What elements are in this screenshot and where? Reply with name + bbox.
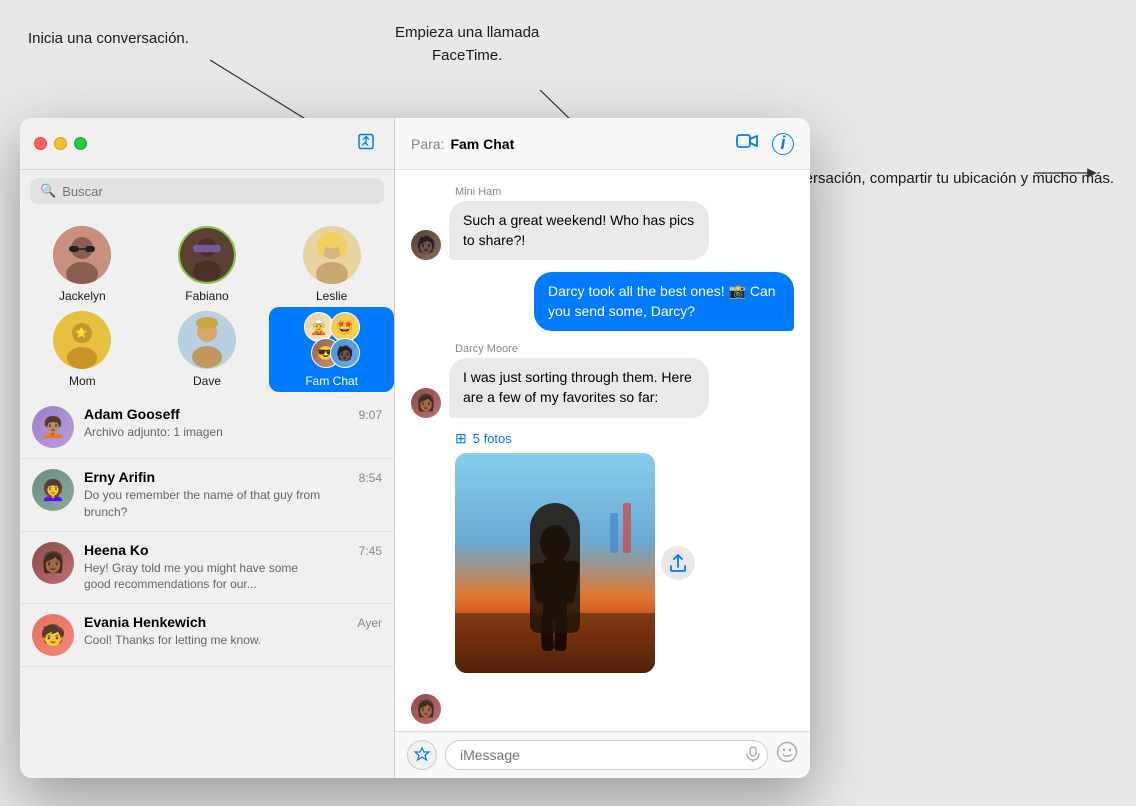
contact-name-famchat: Fam Chat xyxy=(305,374,358,388)
contact-name-jackelyn: Jackelyn xyxy=(59,289,106,303)
conv-item-evania[interactable]: 🧒 Evania Henkewich Ayer Cool! Thanks for… xyxy=(20,604,394,667)
msg-avatar-darcy-bottom: 👩🏾 xyxy=(411,694,441,724)
conv-name-evania: Evania Henkewich xyxy=(84,614,206,630)
conv-item-adam[interactable]: 🧑🏽‍🦱 Adam Gooseff 9:07 Archivo adjunto: … xyxy=(20,396,394,459)
avatar-erny: 👩‍🦱 xyxy=(32,469,74,511)
input-bar xyxy=(395,731,810,778)
minimize-button[interactable] xyxy=(54,137,67,150)
conv-name-erny: Erny Arifin xyxy=(84,469,155,485)
info-button[interactable]: i xyxy=(772,133,794,155)
pinned-contact-mom[interactable]: ⭐ Mom xyxy=(20,307,145,392)
pinned-contact-dave[interactable]: Dave xyxy=(145,307,270,392)
msg-avatar-darcy: 👩🏾 xyxy=(411,388,441,418)
annotation-new-conversation: Inicia una conversación. xyxy=(28,28,189,51)
conv-preview-heena: Hey! Gray told me you might have some go… xyxy=(84,560,324,594)
chat-panel: Para: Fam Chat i Mini Ham 🧑🏿 xyxy=(395,118,810,778)
message-group-darcy: Darcy Moore 👩🏾 I was just sorting throug… xyxy=(411,343,794,417)
conv-time-adam: 9:07 xyxy=(359,408,382,422)
conv-info-adam: Adam Gooseff 9:07 Archivo adjunto: 1 ima… xyxy=(84,406,382,441)
maximize-button[interactable] xyxy=(74,137,87,150)
contact-name-fabiano: Fabiano xyxy=(185,289,228,303)
pinned-contact-fabiano[interactable]: Fabiano xyxy=(145,222,270,307)
sender-name-miniham: Mini Ham xyxy=(455,186,794,198)
msg-row-darcy: 👩🏾 I was just sorting through them. Here… xyxy=(411,358,794,417)
photos-count: 5 fotos xyxy=(473,431,512,446)
pinned-contacts: Jackelyn Fabiano xyxy=(20,212,394,396)
avatar-leslie xyxy=(303,226,361,284)
app-window: 🔍 Jackelyn xyxy=(20,118,810,778)
svg-text:⭐: ⭐ xyxy=(75,326,87,339)
msg-bubble-miniham: Such a great weekend! Who has pics to sh… xyxy=(449,201,709,260)
chat-to: Para: Fam Chat xyxy=(411,136,514,152)
conv-preview-adam: Archivo adjunto: 1 imagen xyxy=(84,424,324,441)
to-label: Para: xyxy=(411,136,444,152)
traffic-lights xyxy=(34,137,87,150)
emoji-button[interactable] xyxy=(776,741,798,769)
contact-name-mom: Mom xyxy=(69,374,96,388)
conv-preview-erny: Do you remember the name of that guy fro… xyxy=(84,487,324,521)
facetime-button[interactable] xyxy=(736,132,758,156)
contact-name-leslie: Leslie xyxy=(316,289,347,303)
msg-bubble-darcy: I was just sorting through them. Here ar… xyxy=(449,358,709,417)
sender-name-darcy: Darcy Moore xyxy=(455,343,794,355)
conversation-list: 🧑🏽‍🦱 Adam Gooseff 9:07 Archivo adjunto: … xyxy=(20,396,394,778)
avatar-fabiano xyxy=(178,226,236,284)
pinned-contact-jackelyn[interactable]: Jackelyn xyxy=(20,222,145,307)
msg-row-darcy-bottom: 👩🏾 xyxy=(411,694,794,724)
audio-icon xyxy=(746,746,760,765)
chat-actions: i xyxy=(736,132,794,156)
avatar-dave xyxy=(178,311,236,369)
msg-row-outgoing: Darcy took all the best ones! 📸 Can you … xyxy=(411,272,794,331)
message-input[interactable] xyxy=(445,740,768,770)
conv-info-evania: Evania Henkewich Ayer Cool! Thanks for l… xyxy=(84,614,382,649)
photos-header[interactable]: ⊞ 5 fotos xyxy=(455,430,794,447)
conv-info-heena: Heena Ko 7:45 Hey! Gray told me you migh… xyxy=(84,542,382,594)
conv-time-erny: 8:54 xyxy=(359,471,382,485)
typing-area: 👩🏾 xyxy=(411,694,794,724)
avatar-adam: 🧑🏽‍🦱 xyxy=(32,406,74,448)
search-bar[interactable]: 🔍 xyxy=(30,178,384,204)
msg-row-miniham: 🧑🏿 Such a great weekend! Who has pics to… xyxy=(411,201,794,260)
titlebar xyxy=(20,118,394,170)
annotation-facetime: Empieza una llamadaFaceTime. xyxy=(395,22,539,67)
search-icon: 🔍 xyxy=(40,183,56,199)
pinned-contact-leslie[interactable]: Leslie xyxy=(269,222,394,307)
conv-name-heena: Heena Ko xyxy=(84,542,149,558)
grid-icon: ⊞ xyxy=(455,430,467,447)
conv-info-erny: Erny Arifin 8:54 Do you remember the nam… xyxy=(84,469,382,521)
app-store-button[interactable] xyxy=(407,740,437,770)
chat-contact-name: Fam Chat xyxy=(450,136,514,152)
compose-button[interactable] xyxy=(352,127,380,160)
search-input[interactable] xyxy=(62,184,374,199)
share-button[interactable] xyxy=(661,546,695,580)
chat-header: Para: Fam Chat i xyxy=(395,118,810,170)
avatar-heena: 👩🏾 xyxy=(32,542,74,584)
message-input-wrapper xyxy=(445,740,768,770)
avatar-jackelyn xyxy=(53,226,111,284)
conv-name-adam: Adam Gooseff xyxy=(84,406,180,422)
photo-main xyxy=(455,453,655,673)
avatar-evania: 🧒 xyxy=(32,614,74,656)
conv-item-heena[interactable]: 👩🏾 Heena Ko 7:45 Hey! Gray told me you m… xyxy=(20,532,394,605)
conv-time-evania: Ayer xyxy=(358,616,382,630)
photos-section: ⊞ 5 fotos xyxy=(455,430,794,678)
contact-name-dave: Dave xyxy=(193,374,221,388)
message-group-miniham: Mini Ham 🧑🏿 Such a great weekend! Who ha… xyxy=(411,186,794,260)
conv-preview-evania: Cool! Thanks for letting me know. xyxy=(84,632,324,649)
conv-item-erny[interactable]: 👩‍🦱 Erny Arifin 8:54 Do you remember the… xyxy=(20,459,394,532)
messages-area: Mini Ham 🧑🏿 Such a great weekend! Who ha… xyxy=(395,170,810,731)
msg-bubble-outgoing: Darcy took all the best ones! 📸 Can you … xyxy=(534,272,794,331)
sidebar: 🔍 Jackelyn xyxy=(20,118,395,778)
pinned-contact-famchat[interactable]: 🧝 🤩 😎 🧑🏿 Fam Chat xyxy=(269,307,394,392)
close-button[interactable] xyxy=(34,137,47,150)
avatar-mom: ⭐ xyxy=(53,311,111,369)
photos-grid[interactable] xyxy=(455,453,655,673)
avatar-famchat: 🧝 🤩 😎 🧑🏿 xyxy=(303,311,361,369)
conv-time-heena: 7:45 xyxy=(359,544,382,558)
msg-avatar-miniham: 🧑🏿 xyxy=(411,230,441,260)
